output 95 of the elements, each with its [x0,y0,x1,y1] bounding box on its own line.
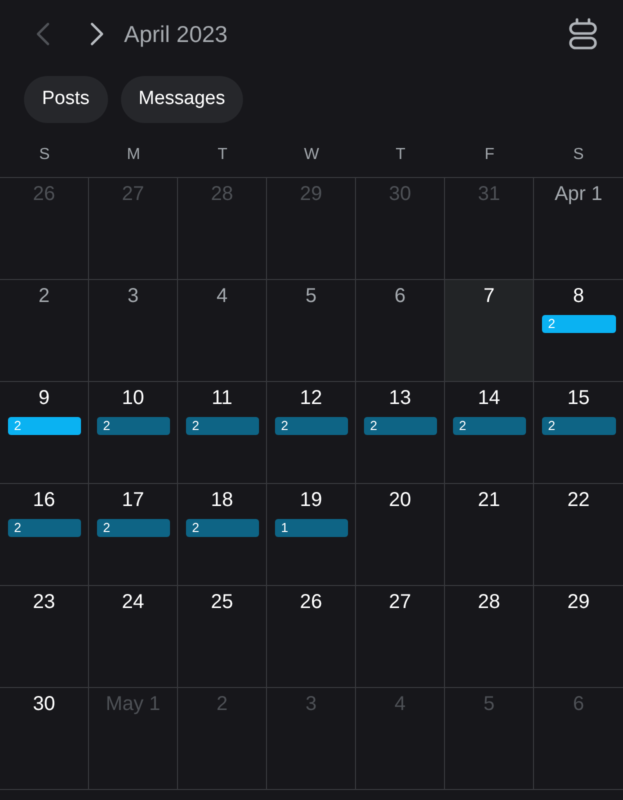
weekday-label: T [218,145,228,165]
day-cell[interactable]: 17 2 [89,484,178,586]
day-cell[interactable]: 20 [356,484,445,586]
day-number: 18 [210,488,234,512]
day-cell[interactable]: 21 [445,484,534,586]
day-cell[interactable]: 3 [89,280,178,382]
day-cell[interactable]: 14 2 [445,382,534,484]
day-number: Apr 1 [554,182,602,206]
day-cell[interactable]: 28 [445,586,534,688]
day-number: 3 [305,692,317,716]
weekday-label: W [304,145,320,165]
day-number: 2 [216,692,228,716]
event-count-bar[interactable]: 2 [97,519,170,537]
event-count-bar[interactable]: 2 [275,417,348,435]
weekday-label: S [573,145,584,165]
day-number: 10 [122,386,144,410]
day-cell[interactable]: 23 [0,586,89,688]
day-number: 27 [388,590,412,614]
day-number: 28 [210,182,234,206]
day-number: 14 [478,386,500,410]
day-cell[interactable]: 22 [534,484,623,586]
stacked-rows-icon [569,18,597,50]
view-toggle-button[interactable] [569,18,597,50]
event-count-bar[interactable]: 2 [97,417,170,435]
day-cell[interactable]: 25 [178,586,267,688]
day-cell[interactable]: 7 [445,280,534,382]
day-cell[interactable]: 30 [0,688,89,790]
day-number: 8 [572,284,584,308]
event-count-bar[interactable]: 2 [542,417,616,435]
day-number: 27 [122,182,144,206]
day-number: 5 [483,692,495,716]
day-cell[interactable]: 15 2 [534,382,623,484]
day-cell[interactable]: 8 2 [534,280,623,382]
day-number: 30 [388,182,412,206]
day-number: 28 [478,590,500,614]
filter-chip[interactable]: Posts [24,76,108,123]
day-number: 29 [300,182,322,206]
day-number: 13 [388,386,412,410]
day-number: 24 [122,590,144,614]
day-cell[interactable]: 26 [267,586,356,688]
day-number: 6 [572,692,584,716]
weekday-label: M [126,145,140,165]
day-number: 30 [32,692,56,716]
day-cell[interactable]: 5 [267,280,356,382]
chevron-left-icon [36,22,50,46]
day-number: 4 [394,692,406,716]
day-number: 26 [32,182,56,206]
day-number: 22 [567,488,590,512]
day-number: 31 [478,182,500,206]
chevron-right-icon [90,22,104,46]
day-cell[interactable]: 11 2 [178,382,267,484]
event-count-bar[interactable]: 2 [8,519,81,537]
day-cell[interactable]: 2 [0,280,89,382]
day-cell[interactable]: 24 [89,586,178,688]
day-number: 6 [394,284,406,308]
day-cell[interactable]: 27 [356,586,445,688]
day-number: 17 [122,488,144,512]
day-number: 12 [300,386,322,410]
day-number: 20 [388,488,412,512]
day-number: 15 [567,386,590,410]
event-count-bar[interactable]: 2 [186,417,259,435]
event-count-bar[interactable]: 2 [364,417,437,435]
day-number: 21 [478,488,500,512]
day-cell[interactable]: 16 2 [0,484,89,586]
day-number: 3 [127,284,139,308]
weekday-label: T [396,145,406,165]
weekday-label: F [484,145,494,165]
day-number: 16 [32,488,56,512]
weekday-label: S [39,145,50,165]
day-cell[interactable]: 29 [534,586,623,688]
event-count-bar[interactable]: 2 [453,417,526,435]
day-cell[interactable]: 12 2 [267,382,356,484]
event-count-bar[interactable]: 1 [275,519,348,537]
day-cell[interactable]: 13 2 [356,382,445,484]
day-number: 23 [32,590,56,614]
filter-chip[interactable]: Messages [120,76,244,123]
day-number: 29 [567,590,590,614]
month-title: April 2023 [124,20,228,49]
day-number: 25 [210,590,234,614]
event-count-bar[interactable]: 2 [186,519,259,537]
day-number: 26 [300,590,322,614]
day-cell[interactable]: 9 2 [0,382,89,484]
day-number: 2 [38,284,50,308]
day-number: 9 [38,386,50,410]
day-number: 7 [483,284,495,308]
day-number: 11 [212,386,232,410]
day-number: 4 [216,284,228,308]
day-number: May 1 [106,692,160,716]
day-cell[interactable]: 19 1 [267,484,356,586]
day-number: 5 [305,284,317,308]
day-number: 19 [300,488,322,512]
day-cell[interactable]: 10 2 [89,382,178,484]
day-cell[interactable]: 4 [178,280,267,382]
day-cell[interactable]: Apr 1 [534,178,623,280]
day-cell[interactable]: 18 2 [178,484,267,586]
